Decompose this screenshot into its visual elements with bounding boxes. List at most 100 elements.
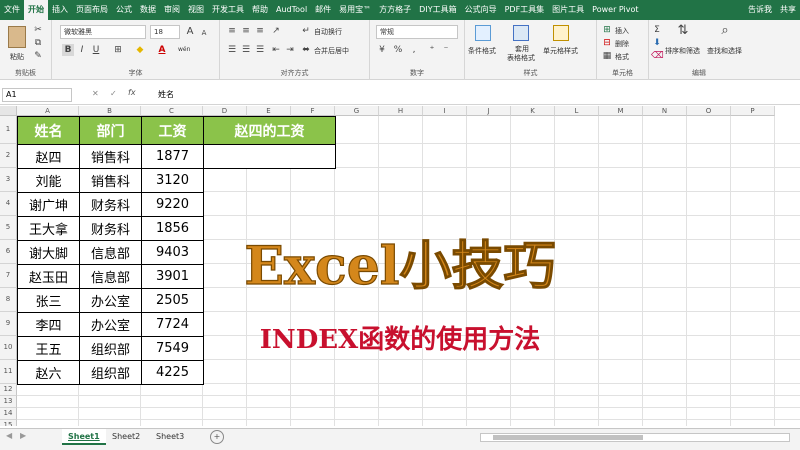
copy-icon[interactable]: ⧉: [32, 37, 44, 49]
editing-group: Σ ⬇ ⌫ ⇅ 排序和筛选 ⌕ 查找和选择 编辑: [649, 20, 749, 80]
conditional-format-button[interactable]: 条件格式: [468, 46, 496, 56]
add-sheet-icon[interactable]: +: [210, 430, 224, 444]
bold-button[interactable]: B: [62, 44, 74, 56]
insert-function-button[interactable]: fx: [128, 88, 136, 97]
sort-filter-button[interactable]: 排序和筛选: [665, 46, 700, 56]
decrease-decimal-icon[interactable]: ⁻: [440, 44, 452, 56]
clear-icon[interactable]: ⌫: [651, 50, 664, 62]
confirm-icon[interactable]: ✓: [110, 89, 117, 98]
sort-filter-icon[interactable]: ⇅: [677, 24, 689, 37]
overlay-title: Excel小技巧: [244, 236, 555, 297]
find-select-button[interactable]: 查找和选择: [707, 46, 742, 56]
find-select-icon[interactable]: ⌕: [719, 24, 731, 37]
indent-increase-icon[interactable]: ⇥: [284, 44, 296, 56]
conditional-format-icon[interactable]: [475, 25, 491, 41]
number-format-select[interactable]: 常规: [376, 25, 458, 39]
prev-sheet-icon[interactable]: ◀: [6, 431, 12, 440]
cell-styles-button[interactable]: 单元格样式: [543, 46, 578, 56]
format-as-table-icon[interactable]: [513, 25, 529, 41]
indent-decrease-icon[interactable]: ⇤: [270, 44, 282, 56]
format-button[interactable]: 格式: [615, 52, 629, 62]
align-middle-icon[interactable]: ≡: [240, 25, 252, 37]
wrap-text-icon[interactable]: ↵: [300, 25, 312, 37]
scrollbar-thumb[interactable]: [493, 435, 643, 440]
number-group: 常规 ¥ % , ⁺ ⁻ 数字: [370, 20, 465, 80]
name-box[interactable]: A1: [2, 88, 72, 102]
border-icon[interactable]: ⊞: [112, 44, 124, 56]
menu-tab[interactable]: PDF工具集: [501, 0, 549, 20]
merge-icon[interactable]: ⬌: [300, 44, 312, 56]
styles-group-label: 样式: [523, 69, 538, 77]
next-sheet-icon[interactable]: ▶: [20, 431, 26, 440]
menu-tab[interactable]: 邮件: [311, 0, 335, 20]
cells-group: ⊞ 插入 ⊟ 删除 ▦ 格式 单元格: [597, 20, 649, 80]
menu-tab[interactable]: 公式向导: [461, 0, 501, 20]
editing-group-label: 编辑: [692, 69, 706, 77]
delete-button[interactable]: 删除: [615, 39, 629, 49]
number-group-label: 数字: [410, 69, 424, 77]
sheet-tab[interactable]: Sheet2: [106, 429, 146, 445]
menu-tab[interactable]: 图片工具: [548, 0, 588, 20]
menu-tab[interactable]: 数据: [136, 0, 160, 20]
menu-tab[interactable]: 告诉我: [744, 0, 776, 20]
menu-tab[interactable]: 公式: [112, 0, 136, 20]
insert-icon[interactable]: ⊞: [601, 24, 613, 36]
font-color-icon[interactable]: A: [156, 44, 168, 56]
cells-group-label: 单元格: [612, 69, 633, 77]
menu-tab[interactable]: 帮助: [248, 0, 272, 20]
italic-button[interactable]: I: [76, 44, 88, 56]
fill-icon[interactable]: ⬇: [651, 37, 663, 49]
format-painter-icon[interactable]: ✎: [32, 50, 44, 62]
sheet-tab-bar: ◀ ▶ Sheet1 Sheet2 Sheet3 +: [0, 428, 800, 450]
menu-tab[interactable]: AudTool: [272, 0, 311, 20]
underline-button[interactable]: U: [90, 44, 102, 56]
cancel-icon[interactable]: ✕: [92, 89, 99, 98]
menu-bar: 文件 开始 插入 页面布局 公式 数据 审阅 视图 开发工具 帮助 AudTool 邮件 易用宝™ 方方格…: [0, 0, 800, 20]
paste-icon[interactable]: [8, 26, 26, 48]
clipboard-group-label: 剪贴板: [15, 69, 36, 77]
delete-icon[interactable]: ⊟: [601, 37, 613, 49]
comma-button[interactable]: ,: [408, 44, 420, 56]
paste-button[interactable]: 粘贴: [10, 52, 24, 62]
sheet-tab[interactable]: Sheet1: [62, 429, 106, 445]
format-icon[interactable]: ▦: [601, 50, 613, 62]
increase-decimal-icon[interactable]: ⁺: [426, 44, 438, 56]
cut-icon[interactable]: ✂: [32, 24, 44, 36]
font-name-select[interactable]: 微软雅黑: [60, 25, 146, 39]
cell-styles-icon[interactable]: [553, 25, 569, 41]
horizontal-scrollbar[interactable]: [480, 433, 790, 442]
menu-tab[interactable]: DIY工具箱: [415, 0, 460, 20]
menu-tab[interactable]: 开发工具: [208, 0, 248, 20]
phonetic-icon[interactable]: wén: [178, 46, 190, 53]
worksheet-grid[interactable]: A B C D E F G H I J K L M N O P 1 2 3 4 5 6 7 8 9 10 11 12 13 14 15 姓名…: [0, 106, 800, 426]
merge-center-button[interactable]: 合并后居中: [314, 46, 349, 56]
percent-button[interactable]: %: [392, 44, 404, 56]
wrap-text-button[interactable]: 自动换行: [314, 27, 342, 37]
menu-tab[interactable]: 审阅: [160, 0, 184, 20]
formula-input[interactable]: 姓名: [158, 89, 174, 100]
font-size-select[interactable]: 18: [150, 25, 180, 39]
font-group: 微软雅黑 18 A A B I U ⊞ ◆ A wén 字体: [52, 20, 220, 80]
menu-tab[interactable]: 插入: [48, 0, 72, 20]
shrink-font-icon[interactable]: A: [198, 27, 210, 39]
grow-font-icon[interactable]: A: [184, 26, 196, 38]
menu-tab[interactable]: 易用宝™: [335, 0, 375, 20]
align-right-icon[interactable]: ☰: [254, 44, 266, 56]
menu-tab[interactable]: 视图: [184, 0, 208, 20]
menu-tab[interactable]: 方方格子: [375, 0, 415, 20]
autosum-icon[interactable]: Σ: [651, 24, 663, 36]
menu-tab[interactable]: Power Pivot: [588, 0, 642, 20]
align-bottom-icon[interactable]: ≡: [254, 25, 266, 37]
fill-color-icon[interactable]: ◆: [134, 44, 146, 56]
orientation-icon[interactable]: ↗: [270, 25, 282, 37]
align-left-icon[interactable]: ☰: [226, 44, 238, 56]
align-center-icon[interactable]: ☰: [240, 44, 252, 56]
menu-tab[interactable]: 共享: [776, 0, 800, 20]
insert-button[interactable]: 插入: [615, 26, 629, 36]
menu-tab[interactable]: 开始: [24, 0, 48, 20]
menu-tab[interactable]: 页面布局: [72, 0, 112, 20]
currency-icon[interactable]: ¥: [376, 44, 388, 56]
menu-tab[interactable]: 文件: [0, 0, 24, 20]
align-top-icon[interactable]: ≡: [226, 25, 238, 37]
sheet-tab[interactable]: Sheet3: [150, 429, 190, 445]
